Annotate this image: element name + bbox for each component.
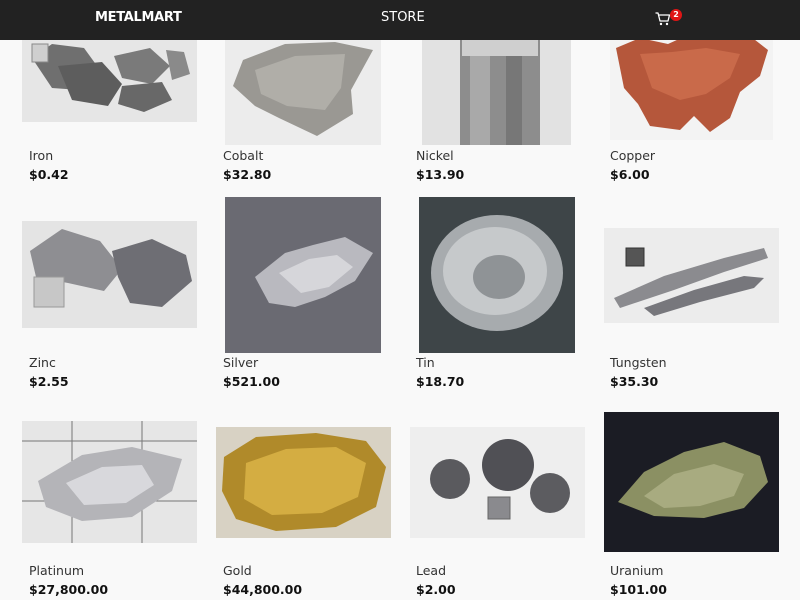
product-price: $6.00 (610, 167, 650, 182)
product-name[interactable]: Iron (29, 148, 53, 163)
product-name[interactable]: Uranium (610, 563, 663, 578)
product-price: $0.42 (29, 167, 69, 182)
cart-count-badge: 2 (670, 9, 682, 21)
product-name[interactable]: Silver (223, 355, 258, 370)
product-image-silver[interactable] (225, 197, 381, 353)
product-price: $521.00 (223, 374, 280, 389)
product-image-platinum[interactable] (22, 421, 197, 543)
product-name[interactable]: Copper (610, 148, 655, 163)
product-name[interactable]: Nickel (416, 148, 454, 163)
product-image-tungsten[interactable] (604, 228, 779, 323)
brand-logo[interactable]: METALMART (95, 10, 182, 25)
product-image-gold[interactable] (216, 427, 391, 538)
product-price: $35.30 (610, 374, 659, 389)
product-name[interactable]: Platinum (29, 563, 84, 578)
product-name[interactable]: Tungsten (610, 355, 667, 370)
cart-icon[interactable] (655, 11, 671, 27)
product-price: $2.00 (416, 582, 456, 597)
product-price: $27,800.00 (29, 582, 109, 597)
product-price: $32.80 (223, 167, 272, 182)
product-image-nickel[interactable] (422, 30, 571, 145)
product-name[interactable]: Tin (416, 355, 435, 370)
product-image-copper[interactable] (610, 30, 773, 140)
product-image-cobalt[interactable] (225, 30, 381, 145)
product-grid: Iron $0.42 Cobalt $32.80 Nickel $13.90 C… (0, 0, 800, 600)
product-image-iron[interactable] (22, 30, 197, 122)
product-price: $2.55 (29, 374, 69, 389)
product-price: $44,800.00 (223, 582, 303, 597)
product-price: $101.00 (610, 582, 667, 597)
product-image-tin[interactable] (419, 197, 575, 353)
product-price: $13.90 (416, 167, 465, 182)
top-navbar: METALMART STORE 2 (0, 0, 800, 40)
store-link[interactable]: STORE (381, 10, 425, 25)
product-name[interactable]: Zinc (29, 355, 56, 370)
product-image-lead[interactable] (410, 427, 585, 538)
product-name[interactable]: Cobalt (223, 148, 263, 163)
product-name[interactable]: Lead (416, 563, 446, 578)
product-image-uranium[interactable] (604, 412, 779, 552)
product-price: $18.70 (416, 374, 465, 389)
product-image-zinc[interactable] (22, 221, 197, 328)
product-name[interactable]: Gold (223, 563, 252, 578)
